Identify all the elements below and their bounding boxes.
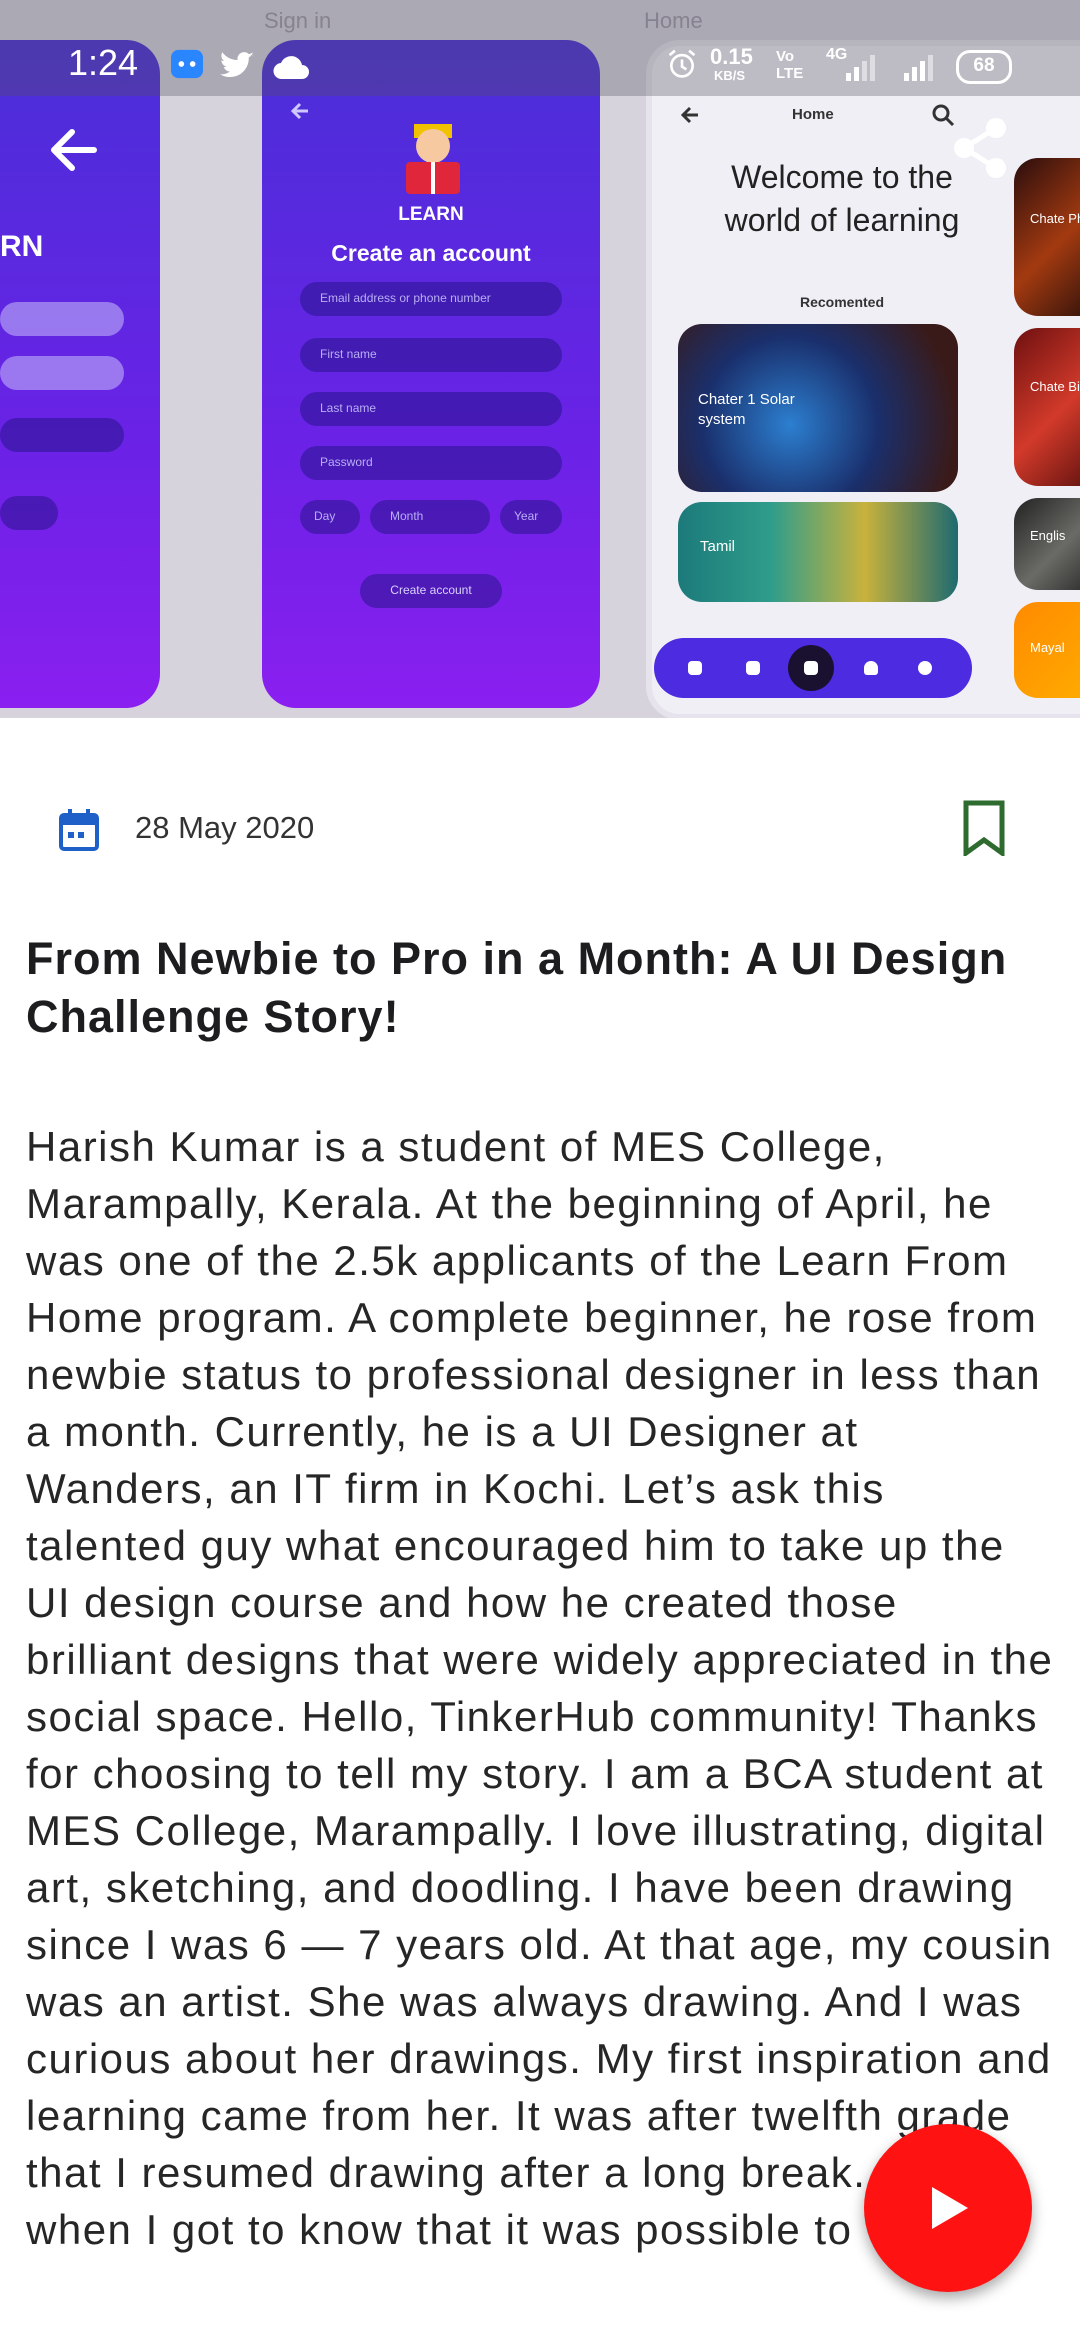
twitter-icon xyxy=(220,52,254,78)
article-title: From Newbie to Pro in a Month: A UI Desi… xyxy=(26,933,1008,1042)
mock-card-side-4: Mayal xyxy=(1014,602,1080,698)
phone-brand-partial: RN xyxy=(0,230,44,263)
play-icon xyxy=(932,2187,968,2229)
mock-field-last-name: Last name xyxy=(300,392,562,426)
mock-card-side-1: Chate Physic xyxy=(1014,158,1080,316)
article-body: Harish Kumar is a student of MES College… xyxy=(26,1123,1054,2253)
alarm-icon xyxy=(668,49,696,78)
discord-icon xyxy=(171,49,203,79)
mock-card-tamil: Tamil xyxy=(678,502,958,602)
mock-field xyxy=(0,418,124,452)
battery-level: 68 xyxy=(973,55,995,76)
play-button[interactable] xyxy=(864,2124,1032,2292)
calendar-icon xyxy=(59,809,99,851)
mock-field-day: Day xyxy=(300,500,360,534)
mock-field-first-name: First name xyxy=(300,338,562,372)
mock-field-password: Password xyxy=(300,446,562,480)
learn-mascot-icon xyxy=(406,124,460,194)
share-icon[interactable] xyxy=(950,116,1010,180)
mock-brand: LEARN xyxy=(398,204,464,225)
mock-field-month: Month xyxy=(370,500,490,534)
bookmark-icon[interactable] xyxy=(962,800,1006,856)
mock-home-header: Home xyxy=(792,106,834,123)
back-arrow-icon[interactable] xyxy=(44,120,104,180)
publish-date: 28 May 2020 xyxy=(135,810,315,845)
battery-icon: 68 xyxy=(956,50,1012,84)
mock-button xyxy=(0,496,58,530)
mock-card-solar-system: Chater 1 Solar system xyxy=(678,324,958,492)
mock-title: Create an account xyxy=(331,240,531,266)
phone-mockup-home: Home Welcome to the world of learning Re… xyxy=(646,40,1080,718)
mock-section-label: Recomented xyxy=(799,294,885,310)
mock-welcome-text: Welcome to the world of learning xyxy=(724,159,960,238)
mock-card-side-3: Englis xyxy=(1014,498,1080,590)
network-speed: 0.15 xyxy=(710,44,753,69)
cloud-icon xyxy=(273,56,309,80)
network-speed-unit: KB/S xyxy=(714,68,746,83)
mock-field-email: Email address or phone number xyxy=(300,282,562,316)
mock-field xyxy=(0,356,124,390)
mock-create-button: Create account xyxy=(360,574,502,608)
signal-icon-1 xyxy=(846,55,875,81)
status-bar: 1:24 0.15 KB/S Vo LTE 4G 68 xyxy=(0,0,1080,96)
mock-card-side-2: Chate Biolog xyxy=(1014,328,1080,486)
mock-field xyxy=(0,302,124,336)
volte-indicator: Vo LTE xyxy=(776,48,804,82)
mock-back-icon xyxy=(290,102,308,120)
phone-mockup-create-account: LEARN Create an account Email address or… xyxy=(262,40,600,708)
mock-bottom-nav xyxy=(654,638,972,698)
mock-back-icon xyxy=(680,106,698,124)
mock-field-year: Year xyxy=(500,500,562,534)
status-time: 1:24 xyxy=(68,42,139,83)
hero-image: Sign in Home RN LEARN Create an account … xyxy=(0,0,1080,718)
signal-icon-2 xyxy=(904,55,933,81)
